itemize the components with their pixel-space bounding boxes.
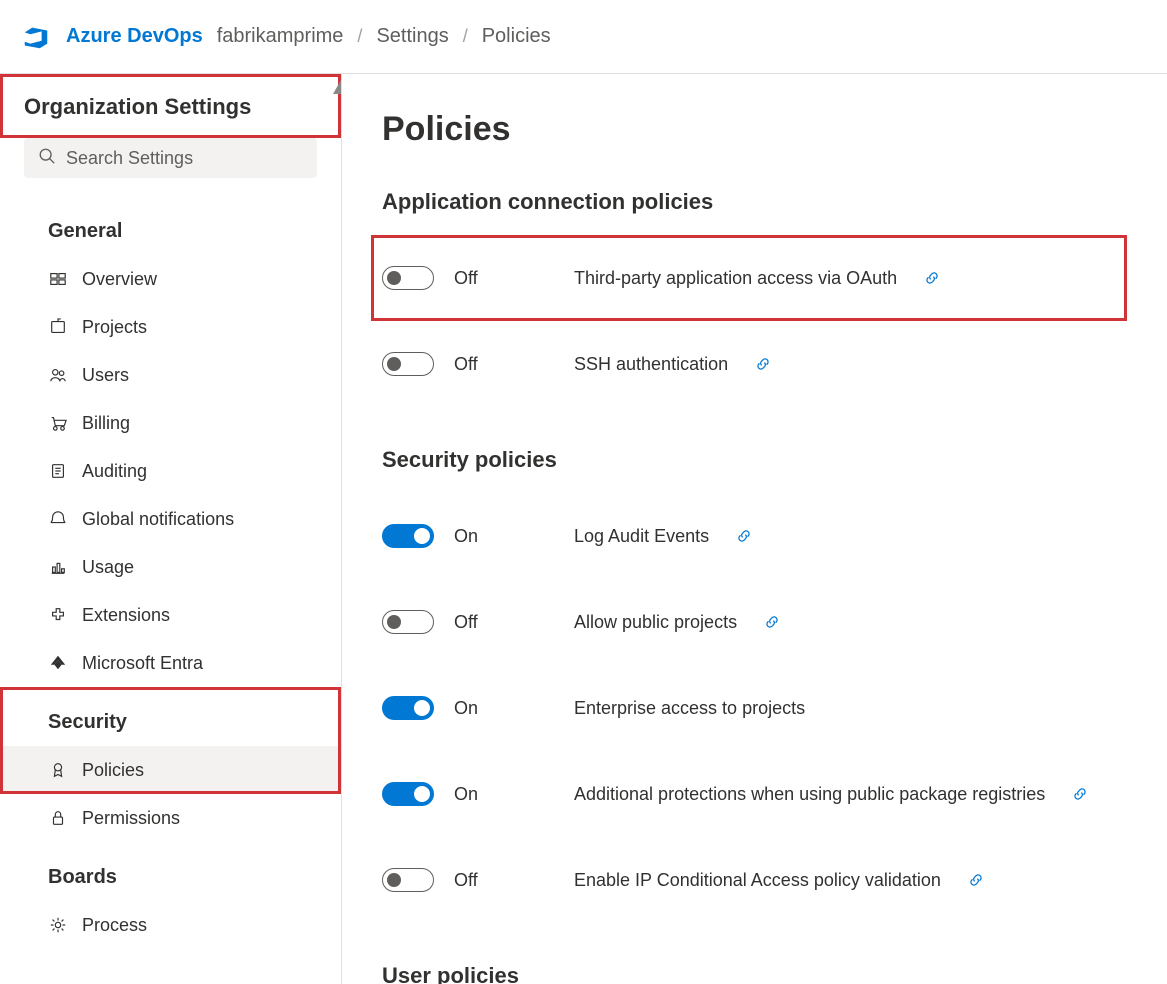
sidebar: Organization Settings Search Settings Ge…	[0, 74, 342, 984]
sidebar-item-users[interactable]: Users	[0, 351, 341, 399]
permissions-icon	[48, 808, 68, 828]
sidebar-item-extensions[interactable]: Extensions	[0, 591, 341, 639]
policy-toggle[interactable]	[382, 266, 434, 290]
link-icon[interactable]	[756, 356, 772, 372]
policy-toggle[interactable]	[382, 352, 434, 376]
policy-toggle[interactable]	[382, 696, 434, 720]
policy-row: On Additional protections when using publ…	[382, 751, 1127, 837]
policy-toggle-state: On	[454, 784, 514, 805]
link-icon[interactable]	[1073, 786, 1089, 802]
link-icon[interactable]	[737, 528, 753, 544]
policy-name: Allow public projects	[574, 612, 737, 633]
sidebar-item-microsoft-entra[interactable]: Microsoft Entra	[0, 639, 341, 687]
sidebar-item-label: Extensions	[82, 605, 170, 626]
breadcrumb-org[interactable]: fabrikamprime	[217, 25, 344, 48]
sidebar-item-billing[interactable]: Billing	[0, 399, 341, 447]
entra-icon	[48, 653, 68, 673]
sidebar-item-label: Billing	[82, 413, 130, 434]
projects-icon	[48, 317, 68, 337]
section-title: User policies	[382, 963, 1127, 984]
policy-name: Enterprise access to projects	[574, 698, 805, 719]
policy-row: Off Allow public projects	[382, 579, 1127, 665]
users-icon	[48, 365, 68, 385]
search-icon	[38, 147, 56, 170]
link-icon[interactable]	[925, 270, 941, 286]
notifications-icon	[48, 509, 68, 529]
search-input[interactable]: Search Settings	[24, 138, 317, 178]
sidebar-item-process[interactable]: Process	[0, 901, 341, 949]
sidebar-group-general: General	[0, 196, 341, 255]
policy-toggle[interactable]	[382, 868, 434, 892]
sidebar-group-boards: Boards	[0, 842, 341, 901]
policy-row: Off Enable IP Conditional Access policy v…	[382, 837, 1127, 923]
extensions-icon	[48, 605, 68, 625]
breadcrumb-policies[interactable]: Policies	[482, 25, 551, 48]
process-icon	[48, 915, 68, 935]
policy-row: On Enterprise access to projects	[382, 665, 1127, 751]
auditing-icon	[48, 461, 68, 481]
sidebar-item-label: Permissions	[82, 808, 180, 829]
section-title: Application connection policies	[382, 189, 1127, 215]
sidebar-title: Organization Settings	[0, 74, 341, 138]
sidebar-item-label: Process	[82, 915, 147, 936]
link-icon[interactable]	[765, 614, 781, 630]
policy-toggle[interactable]	[382, 610, 434, 634]
policy-row: On Log Audit Events	[382, 493, 1127, 579]
sidebar-item-overview[interactable]: Overview	[0, 255, 341, 303]
policy-toggle-state: Off	[454, 354, 514, 375]
policy-toggle[interactable]	[382, 782, 434, 806]
search-placeholder: Search Settings	[66, 148, 193, 169]
policy-toggle-state: On	[454, 698, 514, 719]
azure-devops-logo-icon	[20, 21, 52, 53]
sidebar-item-label: Auditing	[82, 461, 147, 482]
overview-icon	[48, 269, 68, 289]
sidebar-item-permissions[interactable]: Permissions	[0, 794, 341, 842]
policy-name: Enable IP Conditional Access policy vali…	[574, 870, 941, 891]
policies-icon	[48, 760, 68, 780]
policy-toggle-state: On	[454, 526, 514, 547]
sidebar-item-projects[interactable]: Projects	[0, 303, 341, 351]
policy-row: Off Third-party application access via OA…	[371, 235, 1127, 321]
policy-toggle-state: Off	[454, 870, 514, 891]
policy-name: Log Audit Events	[574, 526, 709, 547]
policy-name: Additional protections when using public…	[574, 784, 1045, 805]
breadcrumb-separator: /	[463, 26, 468, 47]
policy-toggle[interactable]	[382, 524, 434, 548]
sidebar-item-label: Usage	[82, 557, 134, 578]
policy-row: Off SSH authentication	[382, 321, 1127, 407]
sidebar-item-label: Global notifications	[82, 509, 234, 530]
content-area: Policies Application connection policies…	[342, 74, 1167, 984]
sidebar-item-label: Policies	[82, 760, 144, 781]
policy-toggle-state: Off	[454, 268, 514, 289]
brand-link[interactable]: Azure DevOps	[66, 25, 203, 48]
sidebar-group-security: Security	[0, 687, 341, 746]
policy-toggle-state: Off	[454, 612, 514, 633]
sidebar-scroll-indicator-icon	[333, 80, 342, 94]
sidebar-item-auditing[interactable]: Auditing	[0, 447, 341, 495]
sidebar-item-label: Microsoft Entra	[82, 653, 203, 674]
sidebar-item-label: Overview	[82, 269, 157, 290]
sidebar-item-label: Projects	[82, 317, 147, 338]
sidebar-item-policies[interactable]: Policies	[0, 746, 341, 794]
usage-icon	[48, 557, 68, 577]
page-title: Policies	[382, 110, 1127, 149]
section-title: Security policies	[382, 447, 1127, 473]
link-icon[interactable]	[969, 872, 985, 888]
breadcrumb-separator: /	[357, 26, 362, 47]
breadcrumb-settings[interactable]: Settings	[376, 25, 448, 48]
billing-icon	[48, 413, 68, 433]
policy-name: SSH authentication	[574, 354, 728, 375]
sidebar-item-label: Users	[82, 365, 129, 386]
policy-name: Third-party application access via OAuth	[574, 268, 897, 289]
breadcrumb-bar: Azure DevOps fabrikamprime / Settings / …	[0, 0, 1167, 74]
sidebar-item-global-notifications[interactable]: Global notifications	[0, 495, 341, 543]
sidebar-item-usage[interactable]: Usage	[0, 543, 341, 591]
